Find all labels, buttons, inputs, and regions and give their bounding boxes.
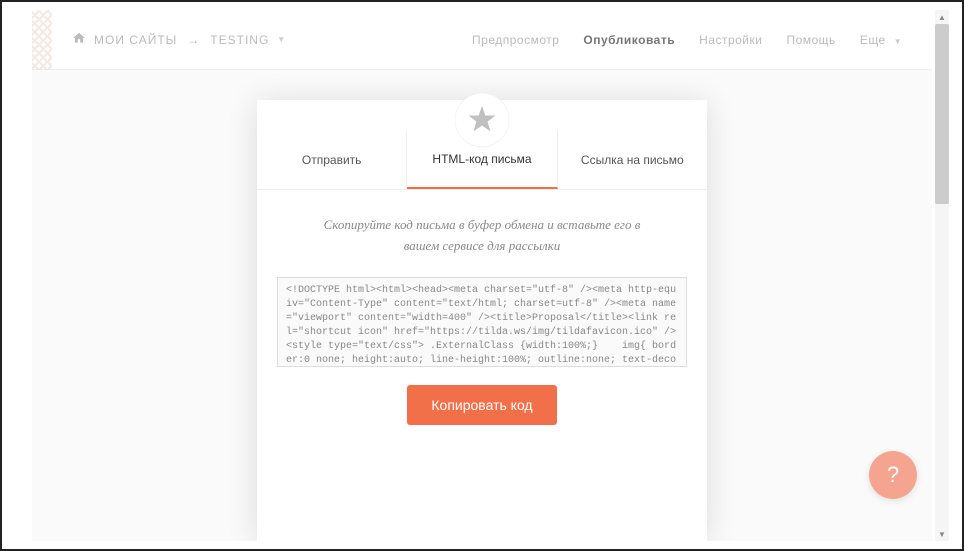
nav-preview[interactable]: Предпросмотр xyxy=(472,33,559,47)
chevron-down-icon: ▼ xyxy=(894,37,902,46)
breadcrumb-home[interactable]: МОИ САЙТЫ xyxy=(94,33,177,47)
chevron-down-icon: ▼ xyxy=(277,35,286,44)
site-dropdown[interactable]: TESTING ▼ xyxy=(210,33,286,47)
code-textarea[interactable]: <!DOCTYPE html><html><head><meta charset… xyxy=(277,277,687,367)
nav-help[interactable]: Помощь xyxy=(786,33,835,47)
top-navigation: МОИ САЙТЫ → TESTING ▼ Предпросмотр Опубл… xyxy=(32,10,932,70)
instruction-text: Скопируйте код письма в буфер обмена и в… xyxy=(257,190,707,277)
home-icon[interactable] xyxy=(72,31,86,48)
star-badge-icon xyxy=(454,92,510,148)
breadcrumb-separator: → xyxy=(187,33,200,47)
copy-code-button[interactable]: Копировать код xyxy=(407,385,556,425)
scroll-up-icon[interactable]: ▲ xyxy=(935,10,949,24)
export-modal: Отправить HTML-код письма Ссылка на пись… xyxy=(257,100,707,541)
help-fab-button[interactable]: ? xyxy=(869,451,917,499)
tab-send[interactable]: Отправить xyxy=(257,130,407,189)
nav-publish[interactable]: Опубликовать xyxy=(583,33,675,47)
question-icon: ? xyxy=(887,462,899,488)
tab-link[interactable]: Ссылка на письмо xyxy=(558,130,707,189)
site-name: TESTING xyxy=(210,33,269,47)
nav-settings[interactable]: Настройки xyxy=(699,33,762,47)
modal-overlay: Отправить HTML-код письма Ссылка на пись… xyxy=(32,70,932,541)
breadcrumb: МОИ САЙТЫ → TESTING ▼ xyxy=(94,33,286,47)
scroll-down-icon[interactable]: ▼ xyxy=(935,527,949,541)
scrollbar-thumb[interactable] xyxy=(935,24,949,204)
page-scrollbar[interactable]: ▲ ▼ xyxy=(935,10,949,541)
nav-more[interactable]: Еще ▼ xyxy=(860,33,902,47)
